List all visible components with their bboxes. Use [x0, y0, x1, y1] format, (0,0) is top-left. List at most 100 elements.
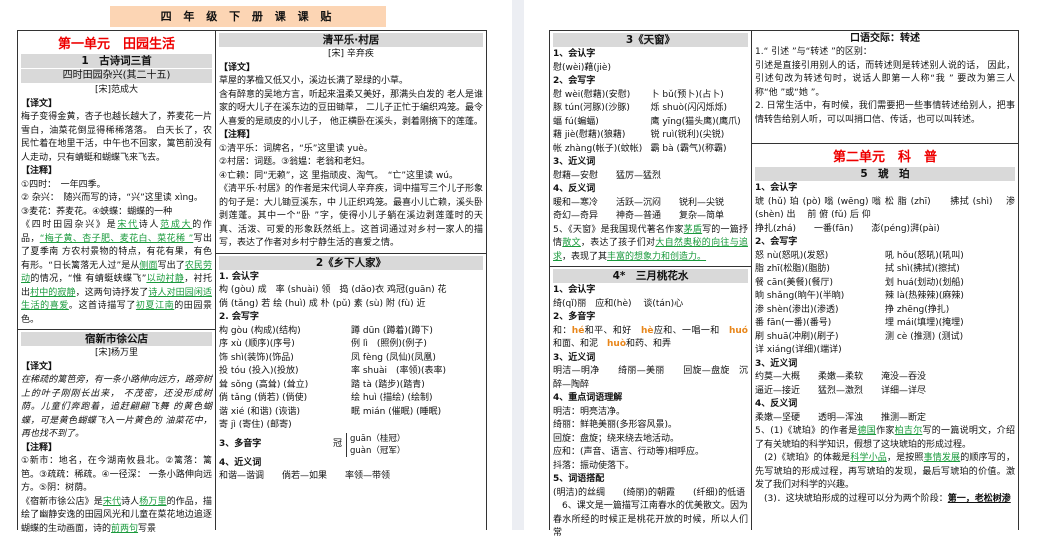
lesson-header: 4* 三月桃花水 [553, 269, 748, 283]
section-label: 3、近义词 [755, 358, 798, 369]
section-label: 1、会认字 [755, 183, 798, 193]
text-span: (3)．这块琥珀形成的过程可以分为两个阶段： [755, 493, 948, 504]
section-label: 【译文】 [21, 98, 58, 109]
char-entry: 蝠 fú(蝙蝠) [553, 116, 599, 127]
section-label: 4、重点词语理解 [553, 393, 623, 403]
paragraph: ①新市：地名，在今湖南攸县北。②篱落：篱笆。③疏疏：稀疏。④一径深： 一条小路伸… [21, 456, 212, 493]
paragraph: 5、(1)《琥珀》的作者是德国作家柏吉尔写的一篇说明文，介绍了有关琥珀的科学知识… [755, 425, 1015, 452]
char-entry: 踏 tà (踏步)(踏青) [351, 379, 425, 390]
section-label: 1. 会认字 [219, 271, 259, 282]
highlight-answer: 柏吉尔 [894, 426, 923, 436]
page-gap [512, 0, 524, 530]
poem-title: 四时田园杂兴(其二十五) [21, 69, 212, 83]
char-entry: 鹰 yīng(猫头鹰)(鹰爪) [650, 116, 741, 127]
paragraph: 慰藉—安慰 猛厉—猛烈 [553, 170, 662, 181]
char-entry: 耸 sǒng (高耸) (耸立) [219, 379, 309, 390]
paragraph: 引述是直接引用别人的话，而转述则是转述别人说的话， 因此，引述句改为转述句时，说… [755, 60, 1015, 98]
char-entry: 豚 tún(河豚)(沙豚) [553, 103, 630, 113]
paragraph: 6、课文是一篇描写江南春水的优美散文。因为春水所经的时候正是桃花开放的时候，所以… [553, 501, 748, 538]
section-label: 3、近义词 [553, 352, 596, 363]
char-entry: 投 tóu (投入)(投放) [219, 366, 299, 376]
lesson-header: 清平乐·村居 [219, 33, 483, 47]
char-row: 饰 shì(装饰)(饰品) 凤 fèng (凤仙)(凤凰) [219, 352, 483, 366]
author-line: [宋] 辛弃疾 [328, 49, 374, 59]
char-row: 晌 shǎng(晌午)(半晌) 辣 là(热辣辣)(麻辣) [755, 290, 1015, 304]
highlight-answer: 散文 [562, 238, 581, 248]
char-entry: 烁 shuò(闪闪烁烁) [650, 103, 728, 113]
document-title: 四 年 级 下 册 课 课 贴 [110, 6, 386, 27]
paragraph: ②村居：词题。③翁媪：老翁和老妇。 [219, 157, 371, 167]
text-span: 应和、一唱一和 [653, 325, 729, 336]
paragraph: ①四时： 一年四季。 [21, 179, 106, 190]
char-row: 番 fān(一番)(番号) 埋 mái(填埋)(掩埋) [755, 317, 1015, 331]
paragraph: (明洁)的丝绸 (绮丽)的朝霞 (纤细)的低语 [553, 487, 746, 498]
lesson-header: 2《乡下人家》 [219, 255, 483, 270]
page-right: 3《天窗》 1、会认字 慰(wèi)藉(jiè) 2、会写字慰 wèi(慰藉)(安慰)… [524, 0, 1045, 538]
highlight-answer: 侧面 [139, 260, 158, 271]
char-entry: 晌 shǎng(晌午)(半晌) [755, 291, 845, 301]
text-span: ，这两句诗抒发了 [75, 287, 149, 298]
char-row: 倘 tǎng (倘若) (倘使) 绘 huì (描绘) (绘制) [219, 392, 483, 406]
char-row: 寄 jì (寄住) (邮寄) [219, 419, 483, 433]
char-entry: 绘 huì (描绘) (绘制) [351, 393, 433, 403]
char-entry: 例 lì (照例)(例子) [351, 339, 427, 349]
text-span: ，是按照 [886, 453, 924, 463]
paragraph: 构 (gòu) 成 率 (shuài) 领 捣 (dǎo)衣 鸡冠(guān) … [219, 285, 447, 295]
column: 3《天窗》 1、会认字 慰(wèi)藉(jiè) 2、会写字慰 wèi(慰藉)(安慰)… [550, 31, 752, 538]
paragraph: 绮(qǐ)丽 应和(hè) 谈(tán)心 [553, 298, 684, 309]
char-entry: 凤 fèng (凤仙)(凤凰) [351, 352, 436, 363]
char-row: 详 xiáng(详细)(端详) [755, 344, 1015, 358]
section-label: 4、近义词 [219, 457, 262, 468]
section-label: 【注释】 [21, 166, 58, 176]
highlight-answer: 村中的寂静 [30, 287, 76, 298]
char-entry [885, 344, 1015, 358]
char-entry: 吼 hǒu(怒吼)(吼叫) [885, 250, 964, 261]
lesson-header: 宿新市徐公店 [21, 332, 212, 346]
char-entry: 怒 nù(怒吼)(发怒) [755, 250, 829, 261]
char-entry: 番 fān(一番)(番号) [755, 318, 832, 328]
paragraph: 慰(wèi)藉(jiè) [553, 62, 611, 73]
char-entry: 埋 mái(填埋)(掩埋) [885, 318, 964, 328]
text-span: 《四时田园杂兴》是 [21, 220, 118, 230]
text-span: 和： [553, 325, 572, 336]
char-entry: 率 shuài (率领)(表率) [351, 366, 447, 376]
paragraph: 奇幻—奇异 神奇—普通 复杂—简单 [553, 211, 725, 221]
text-span: 。这首诗描写了 [68, 301, 136, 311]
highlight-answer: huó [728, 325, 748, 336]
text-span: ，表现了其 [562, 251, 608, 262]
column: 第一单元 田园生活 1 古诗词三首 四时田园杂兴(其二十五) [宋]范成大 【译文】 梅子… [18, 31, 216, 534]
highlight-answer: 杨万里 [139, 496, 167, 507]
highlight-answer: hè [641, 325, 654, 336]
section-label: 4、反义词 [553, 184, 596, 194]
section-title: 口语交际：转述 [850, 33, 920, 44]
highlight-answer: hé [571, 325, 585, 336]
lesson-header: 3《天窗》 [553, 33, 748, 47]
text-span: 写出了 [157, 260, 185, 271]
paragraph: 2. 日常生活中，有时候，我们需要把一些事情转述给别人，把事情转告给别人听，可以… [755, 101, 1015, 125]
char-row: 帐 zhàng(帐子)(蚊帐) 霸 bà (霸气)(称霸) [553, 143, 748, 157]
paragraph: 琥 (hǔ) 珀 (pò) 嗡 (wēng) 嗡 松 脂 (zhī) 拂拭 (s… [755, 196, 1015, 221]
author-line: [宋]范成大 [94, 85, 139, 95]
lesson-header: 5 琥 珀 [755, 167, 1015, 181]
paragraph: 绮丽：鲜艳美丽(多形容风景)。 [553, 420, 678, 430]
paragraph: 和谐—谐调 倘若—如果 率领—带领 [219, 471, 391, 481]
paragraph: 抖落：振动使落下。 [553, 460, 635, 471]
text-span: ，表达了孩子们对 [580, 238, 656, 248]
char-row: 藉 jiè(慰藉)(狼藉) 锐 ruì(锐利)(尖锐) [553, 129, 748, 143]
char-entry: 锐 ruì(锐利)(尖锐) [650, 130, 725, 140]
char-entry: 霸 bà (霸气)(称霸) [650, 143, 727, 154]
section-label: 2. 会写字 [219, 312, 259, 322]
paragraph: 梅子变得金黄，杏子也越长越大了，荞麦花一片雪白，油菜花倒显得稀稀落落。 白天长了… [21, 112, 212, 163]
reading: guàn（冠军） [350, 445, 406, 456]
char-row: 投 tóu (投入)(投放) 率 shuài (率领)(表率) [219, 365, 483, 379]
char-row: 谐 xié (和谐) (诙谐) 眠 mián (催眠) (睡眠) [219, 406, 483, 420]
section-label: 4、反义词 [755, 399, 798, 409]
char-entry: 眠 mián (催眠) (睡眠) [351, 406, 442, 417]
paragraph: 《四时田园杂兴》是宋代诗人范成大的作品，“梅子黄、杏子肥、麦花白、菜花稀 ”写出… [21, 219, 212, 327]
char-row: 刷 shuā(冲刷)(刷子) 测 cè (推测) (测试) [755, 331, 1015, 345]
highlight-answer: huò [607, 339, 627, 349]
char-entry: 拭 shì(拂拭)(擦拭) [885, 264, 960, 274]
char-entry: 卜 bǔ(预卜)(占卜) [650, 89, 724, 100]
char-entry: 谐 xié (和谐) (诙谐) [219, 406, 300, 417]
highlight-answer: 以动衬静 [146, 274, 185, 284]
